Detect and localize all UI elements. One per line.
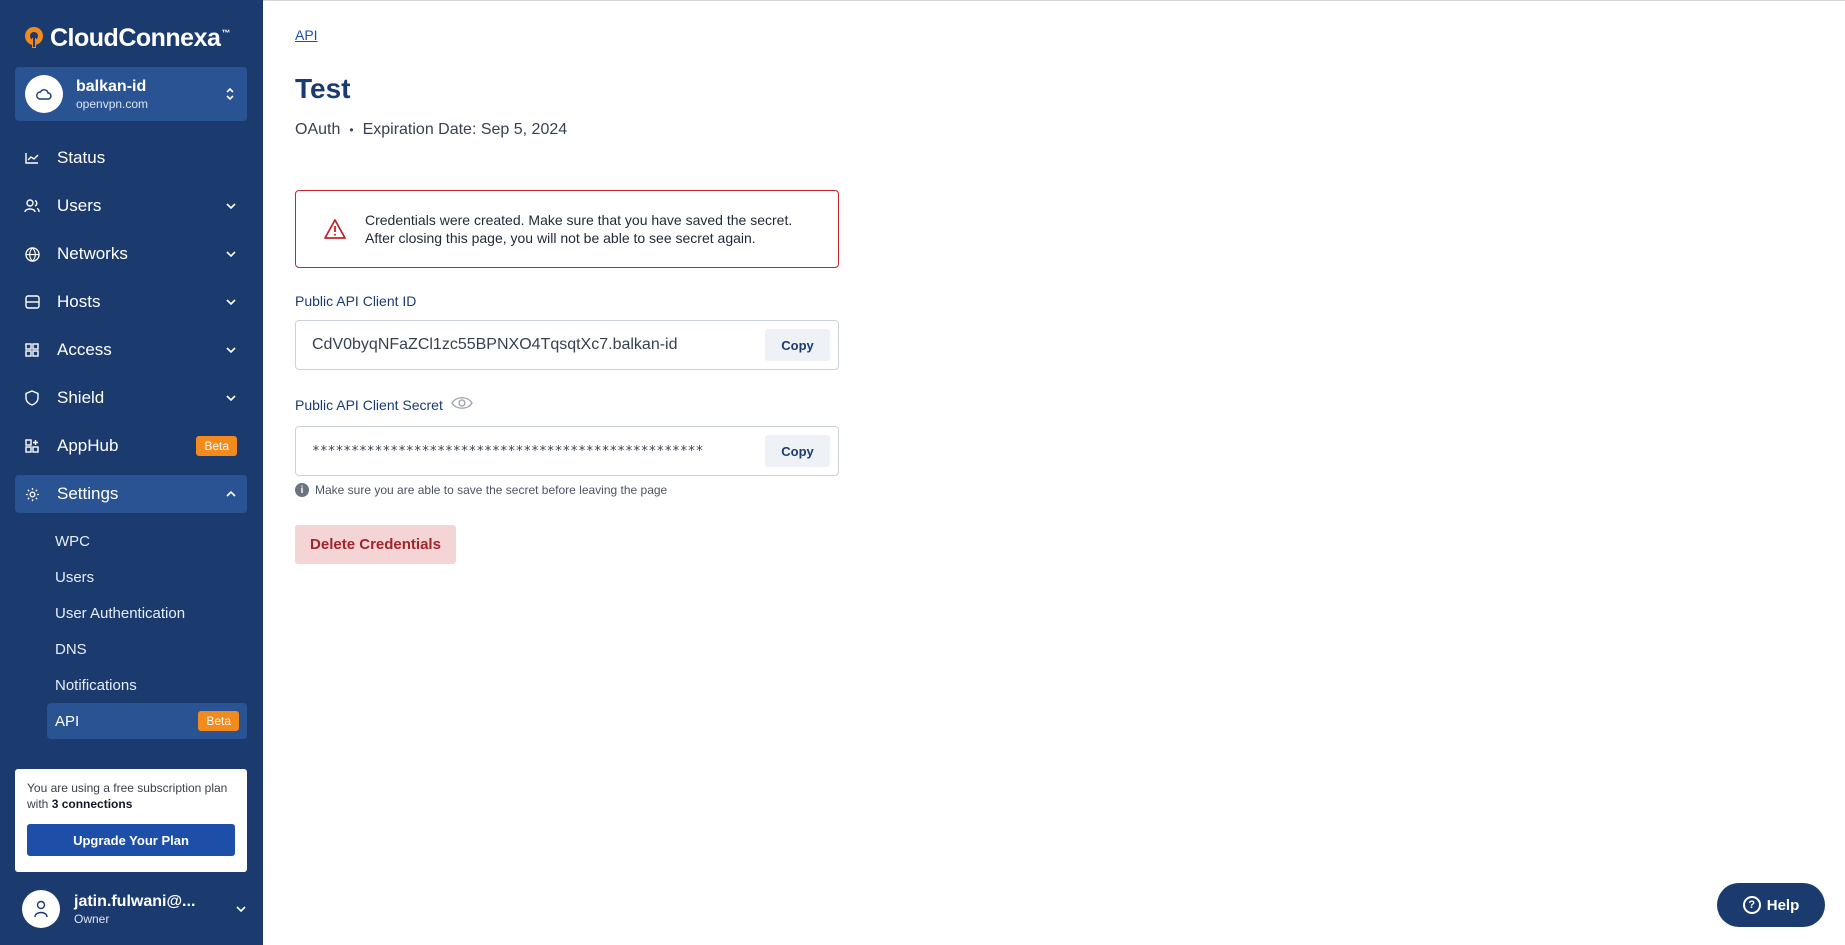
sidebar-item-label: Hosts [57,292,101,311]
plan-connections: 3 connections [51,797,133,811]
hint-text: Make sure you are able to save the secre… [315,483,668,497]
server-icon [24,294,40,310]
subnav-label: Users [55,568,95,586]
sidebar-item-access[interactable]: Access [15,326,247,374]
app-root: CloudConnexa™ balkan-id openvpn.com Stat… [0,0,1845,945]
apps-icon [24,438,40,454]
subnav-item-users[interactable]: Users [47,559,247,595]
sidebar-item-status[interactable]: Status [15,134,247,182]
chevron-up-down-icon [223,84,237,104]
sidebar-item-networks[interactable]: Networks [15,230,247,278]
gear-icon [24,486,40,502]
cloud-icon [25,75,63,113]
help-button[interactable]: ? Help [1717,883,1825,927]
client-id-field: CdV0byqNFaZCl1zc55BPNXO4TqsqtXc7.balkan-… [295,320,839,370]
sidebar-item-label: AppHub [57,436,119,455]
alert-line-2: After closing this page, you will not be… [365,230,756,246]
org-name: balkan-id [76,77,147,95]
sidebar-item-hosts[interactable]: Hosts [15,278,247,326]
settings-subnav: WPC Users User Authentication DNS Notifi… [47,523,247,739]
org-domain: openvpn.com [76,96,149,111]
client-secret-value[interactable]: ****************************************… [312,444,765,459]
logo-text: CloudConnexa™ [50,23,230,52]
client-secret-label: Public API Client Secret [295,396,473,413]
sidebar-item-apphub[interactable]: AppHub Beta [15,422,247,470]
client-id-label: Public API Client ID [295,293,417,309]
subnav-item-dns[interactable]: DNS [47,631,247,667]
main-content: API Test OAuth • Expiration Date: Sep 5,… [263,0,1845,945]
subnav-label: Notifications [55,676,137,694]
eye-icon[interactable] [451,396,473,413]
subnav-label: DNS [55,640,87,658]
subscription-plan-card: You are using a free subscription plan w… [15,769,247,872]
chevron-down-icon [225,248,237,260]
subnav-label: API [55,712,80,730]
shield-icon [24,390,40,406]
credential-meta: OAuth • Expiration Date: Sep 5, 2024 [295,121,567,139]
subnav-item-user-authentication[interactable]: User Authentication [47,595,247,631]
sidebar-item-label: Users [57,196,102,215]
breadcrumb-api-link[interactable]: API [295,27,318,43]
org-switcher[interactable]: balkan-id openvpn.com [15,67,247,121]
sidebar-item-settings[interactable]: Settings [15,475,247,513]
plan-text: You are using a free subscription plan w… [27,781,228,811]
sidebar-item-label: Networks [57,244,128,263]
sidebar-item-label: Settings [57,484,119,503]
copy-client-id-button[interactable]: Copy [765,329,830,361]
auth-type: OAuth [295,121,341,138]
sidebar-item-users[interactable]: Users [15,182,247,230]
chevron-down-icon [225,296,237,308]
chevron-up-icon [225,488,237,500]
warning-icon [324,219,346,239]
copy-client-secret-button[interactable]: Copy [765,435,830,467]
subnav-item-notifications[interactable]: Notifications [47,667,247,703]
subnav-label: WPC [55,532,90,550]
grid-icon [24,342,40,358]
sidebar-item-label: Shield [57,388,105,407]
secret-hint: i Make sure you are able to save the sec… [295,483,667,497]
subnav-item-wpc[interactable]: WPC [47,523,247,559]
beta-badge: Beta [198,711,239,731]
alert-line-1: Credentials were created. Make sure that… [365,212,793,228]
sidebar-item-label: Status [57,148,106,167]
delete-credentials-button[interactable]: Delete Credentials [295,525,456,564]
chevron-down-icon [225,200,237,212]
upgrade-plan-button[interactable]: Upgrade Your Plan [27,824,235,856]
users-icon [24,198,40,214]
user-name: jatin.fulwani@... [74,892,196,910]
logo[interactable]: CloudConnexa™ [22,24,230,52]
chevron-down-icon [235,903,247,915]
chart-line-icon [24,150,40,166]
sidebar-item-label: Access [57,340,112,359]
page-title: Test [295,73,351,104]
meta-separator: • [349,123,354,137]
beta-badge: Beta [196,436,237,456]
info-icon: i [295,483,309,497]
subnav-item-api[interactable]: API Beta [47,703,247,739]
chevron-down-icon [225,392,237,404]
client-id-value[interactable]: CdV0byqNFaZCl1zc55BPNXO4TqsqtXc7.balkan-… [312,336,765,354]
sidebar-nav: Status Users Networks Hosts Access Shiel… [15,134,247,518]
subnav-label: User Authentication [55,604,186,622]
sidebar-item-shield[interactable]: Shield [15,374,247,422]
sidebar: CloudConnexa™ balkan-id openvpn.com Stat… [0,0,263,945]
user-menu[interactable]: jatin.fulwani@... Owner [22,887,247,931]
globe-icon [24,246,40,262]
chevron-down-icon [225,344,237,356]
expiration-date: Expiration Date: Sep 5, 2024 [362,121,568,138]
help-label: Help [1766,896,1800,914]
client-secret-field: ****************************************… [295,426,839,476]
question-icon: ? [1742,896,1761,914]
user-role: Owner [74,911,110,926]
user-avatar-icon [22,890,60,928]
credentials-warning-alert: Credentials were created. Make sure that… [295,190,839,268]
cloudconnexa-logo-icon [25,27,43,48]
